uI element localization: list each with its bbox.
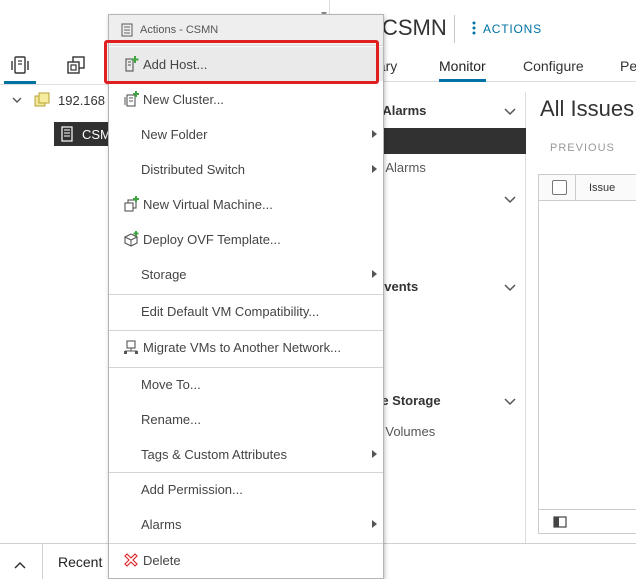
menu-item-new-cluster[interactable]: New Cluster... (109, 82, 383, 116)
tree-item-cluster[interactable]: CSM (54, 122, 114, 146)
menu-item-move-to[interactable]: Move To... (109, 367, 383, 401)
actions-button[interactable]: ACTIONS (472, 18, 542, 40)
menu-item-tags-attributes[interactable]: Tags & Custom Attributes (109, 437, 383, 471)
hosts-clusters-icon (9, 54, 31, 79)
chevron-down-icon[interactable] (10, 93, 24, 107)
menu-item-storage[interactable]: Storage (109, 257, 383, 291)
delete-x-icon (122, 551, 140, 569)
chevron-down-icon (504, 104, 516, 119)
object-title: CSMN (382, 15, 447, 40)
migrate-network-icon (122, 338, 140, 356)
grid-column-issue[interactable]: Issue (589, 182, 615, 194)
menu-item-edit-vm-compatibility[interactable]: Edit Default VM Compatibility... (109, 294, 383, 328)
menu-item-new-virtual-machine[interactable]: New Virtual Machine... (109, 187, 383, 221)
submenu-arrow-icon (372, 450, 377, 458)
tab-vms-and-templates[interactable] (58, 48, 94, 84)
datacenter-icon (34, 92, 50, 108)
column-toggle-icon[interactable] (553, 516, 567, 531)
chevron-down-icon (504, 394, 516, 409)
title-divider (454, 15, 455, 43)
add-vm-icon (122, 195, 140, 213)
add-cluster-icon (122, 90, 140, 108)
submenu-arrow-icon (372, 270, 377, 278)
vms-templates-icon (65, 54, 87, 79)
tab-monitor[interactable]: Monitor (439, 58, 486, 82)
actions-context-menu: Actions - CSMN Add Host... New Cluster..… (108, 14, 384, 579)
tree-item-datacenter[interactable]: 192.168 (10, 88, 105, 112)
kebab-icon (472, 21, 476, 38)
grid-footer (539, 509, 636, 533)
cluster-icon (121, 23, 133, 37)
tab-hosts-and-clusters[interactable] (2, 48, 38, 84)
menu-item-delete[interactable]: Delete (109, 543, 383, 577)
menu-item-alarms[interactable]: Alarms (109, 507, 383, 541)
chevron-down-icon (504, 280, 516, 295)
chevron-up-icon (14, 557, 26, 572)
previous-button[interactable]: PREVIOUS (550, 142, 615, 154)
actions-label: ACTIONS (483, 22, 542, 36)
tab-configure[interactable]: Configure (523, 58, 584, 82)
submenu-arrow-icon (372, 165, 377, 173)
deploy-ovf-icon (122, 230, 140, 248)
tab-permissions[interactable]: Pe (620, 58, 636, 82)
submenu-arrow-icon (372, 130, 377, 138)
grid-header: Issue (539, 175, 636, 201)
chevron-down-icon (504, 192, 516, 207)
select-all-checkbox[interactable] (552, 180, 567, 195)
cluster-label: CSM (82, 126, 111, 142)
column-separator (575, 175, 576, 201)
context-menu-header: Actions - CSMN (109, 15, 383, 46)
menu-item-migrate-vms[interactable]: Migrate VMs to Another Network... (109, 330, 383, 364)
cluster-icon (60, 126, 74, 142)
context-menu-title: Actions - CSMN (140, 24, 219, 36)
recent-tasks-tab[interactable]: Recent (42, 544, 102, 579)
menu-item-add-permission[interactable]: Add Permission... (109, 472, 383, 506)
menu-item-add-host[interactable]: Add Host... (109, 47, 383, 81)
datacenter-label: 192.168 (58, 92, 105, 108)
menu-item-rename[interactable]: Rename... (109, 402, 383, 436)
menu-item-distributed-switch[interactable]: Distributed Switch (109, 152, 383, 186)
menu-item-new-folder[interactable]: New Folder (109, 117, 383, 151)
expand-panel-button[interactable] (8, 552, 32, 576)
issues-grid: Issue (538, 174, 636, 534)
submenu-arrow-icon (372, 520, 377, 528)
add-host-icon (122, 55, 140, 73)
menu-item-deploy-ovf[interactable]: Deploy OVF Template... (109, 222, 383, 256)
content-title: All Issues (540, 96, 635, 121)
